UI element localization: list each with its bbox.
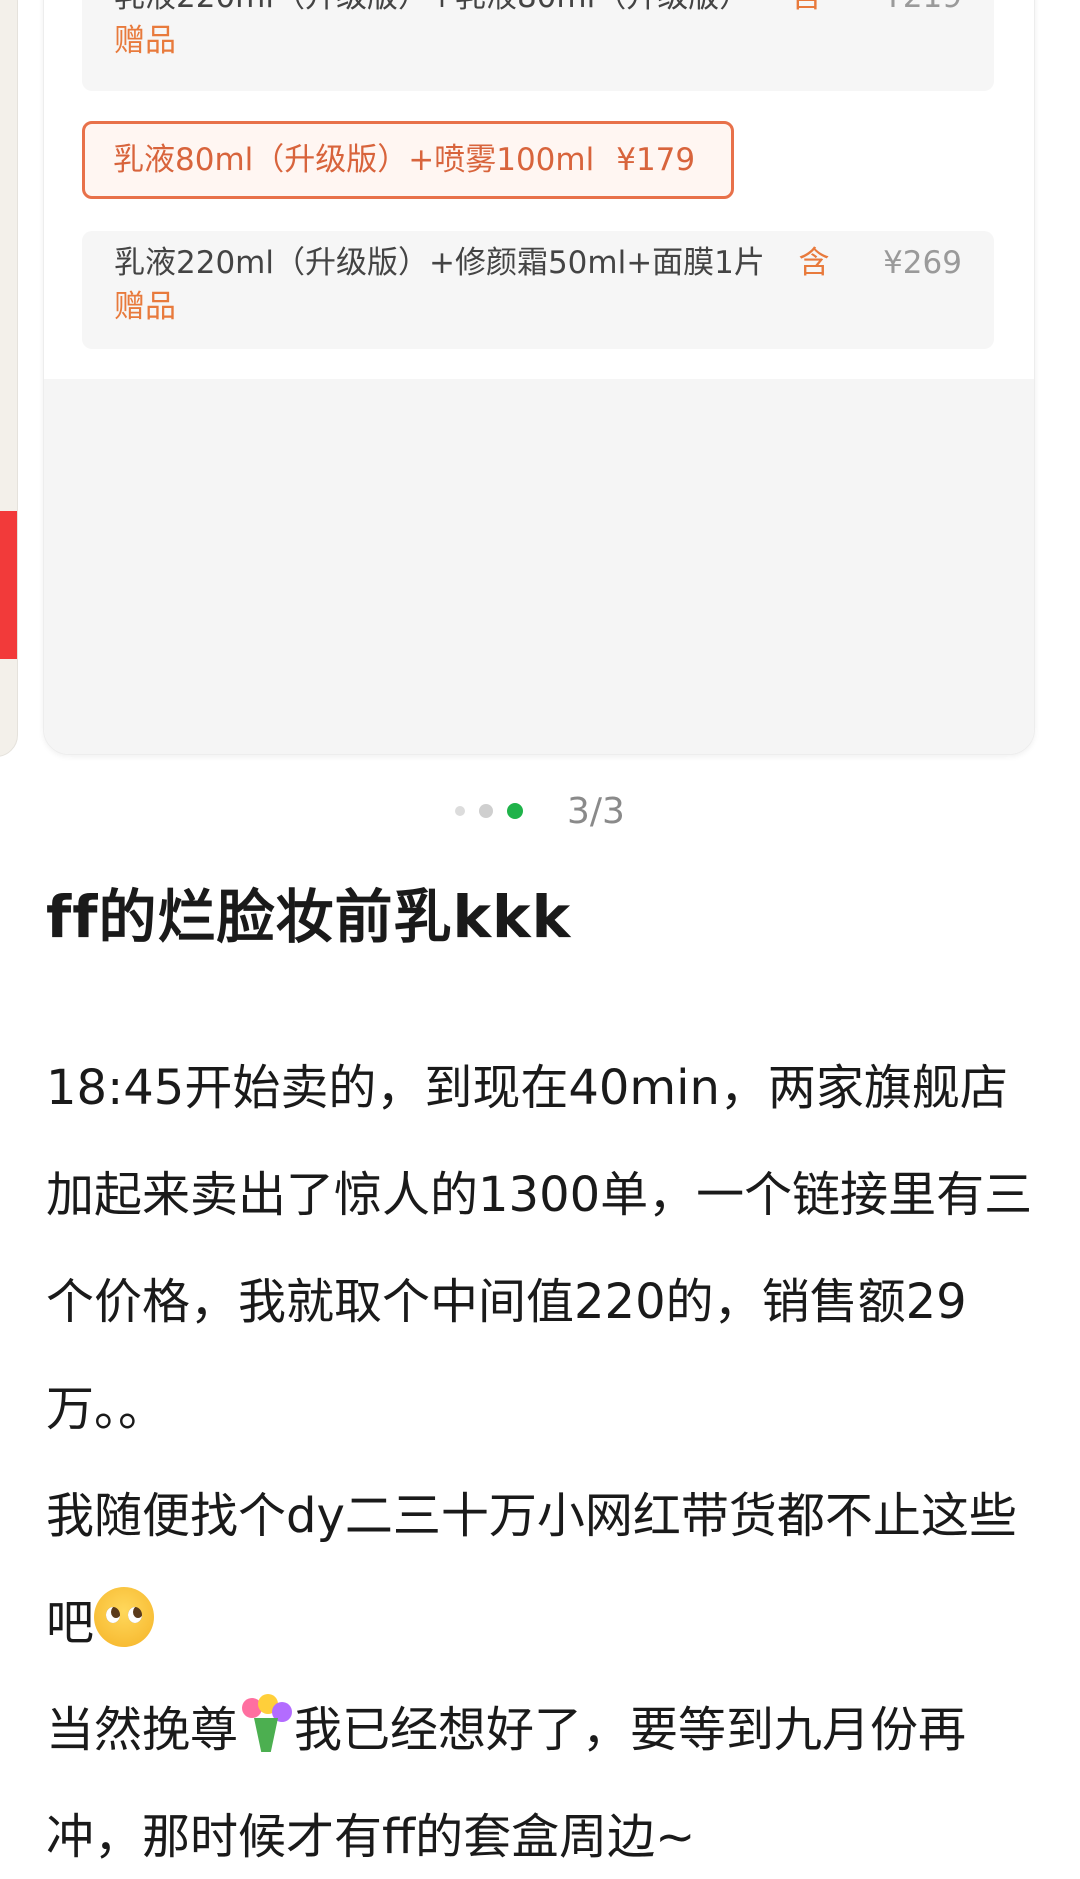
sku-option-tag: 含 (798, 245, 830, 281)
sku-option-1[interactable]: 乳液220ml（升级版）+乳液80ml（升级版） 含 ¥219 赠品 (82, 0, 994, 91)
sku-option-2-selected[interactable]: 乳液80ml（升级版）+喷雾100ml ¥179 (82, 121, 734, 199)
sku-option-price: ¥269 (883, 245, 962, 281)
sku-option-name: 乳液220ml（升级版）+修颜霜50ml+面膜1片 (114, 245, 765, 281)
post-paragraph-2: 我随便找个dy二三十万小网红带货都不止这些吧 (46, 1463, 1036, 1677)
sku-option-tag-line2: 赠品 (114, 289, 176, 325)
carousel-pagination[interactable]: 3/3 (455, 788, 625, 834)
post-title: ff的烂脸妆前乳kkk (46, 883, 572, 951)
post-detail-screen: 乳液220ml（升级版）+乳液80ml（升级版） 含 ¥219 赠品 乳液80m… (0, 0, 1080, 1879)
card-blank-area (44, 379, 1034, 754)
post-paragraph-2-text: 我随便找个dy二三十万小网红带货都不止这些吧 (46, 1488, 1017, 1651)
post-body: 18:45开始卖的，到现在40min，两家旗舰店加起来卖出了惊人的1300单，一… (46, 1035, 1036, 1879)
product-image-card[interactable]: 乳液220ml（升级版）+乳液80ml（升级版） 含 ¥219 赠品 乳液80m… (43, 0, 1035, 755)
sku-option-price: ¥179 (616, 142, 696, 178)
sku-option-name: 乳液80ml（升级版）+喷雾100ml (113, 142, 595, 178)
previous-image-red-block (0, 511, 17, 659)
previous-image-edge[interactable] (0, 0, 18, 757)
sku-option-tag-line2: 赠品 (114, 23, 176, 59)
pager-dot-1[interactable] (455, 806, 465, 816)
sku-option-name: 乳液220ml（升级版）+乳液80ml（升级版） (114, 0, 750, 19)
pager-dot-3-active[interactable] (507, 803, 523, 819)
pager-dot-2[interactable] (479, 804, 493, 818)
sku-option-tag: 含 (791, 0, 822, 19)
pleading-face-icon (94, 1587, 155, 1647)
sku-option-price: ¥219 (883, 0, 962, 19)
post-paragraph-3-text-a: 当然挽尊 (46, 1702, 239, 1758)
bouquet-icon (238, 1694, 294, 1756)
sku-option-3[interactable]: 乳液220ml（升级版）+修颜霜50ml+面膜1片 含 ¥269 赠品 (82, 231, 994, 349)
pager-counter: 3/3 (567, 790, 625, 832)
post-paragraph-3: 当然挽尊 我已经想好了，要等到九月份再冲，那时候才有ff的套盒周边~ (46, 1677, 1036, 1879)
post-paragraph-1: 18:45开始卖的，到现在40min，两家旗舰店加起来卖出了惊人的1300单，一… (46, 1060, 1033, 1437)
